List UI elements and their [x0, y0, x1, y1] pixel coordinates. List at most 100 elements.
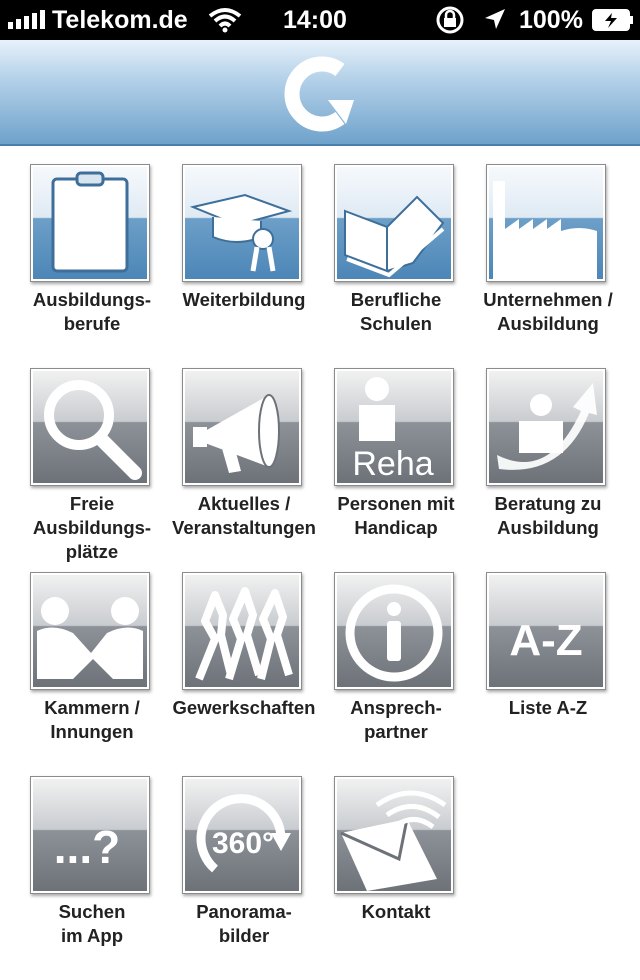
reha-person-icon: Reha: [352, 377, 434, 483]
menu-tile-9[interactable]: Kammern / Innungen: [16, 572, 168, 776]
tile-label-line1: Personen mit: [337, 493, 455, 514]
tile-label: Panorama-bilder: [162, 900, 326, 948]
info-icon: [345, 584, 443, 682]
menu-tile-12[interactable]: A-Z Liste A-Z: [472, 572, 624, 776]
tile-label-line1: Suchen: [58, 901, 126, 922]
menu-tile-1[interactable]: Ausbildungs-berufe: [16, 164, 168, 368]
signal-strength-icon: [8, 9, 45, 29]
menu-tile-5[interactable]: Freie Ausbildungs-plätze: [16, 368, 168, 572]
tile-label-line2: partner: [364, 721, 428, 742]
menu-tile-11[interactable]: Ansprech-partner: [320, 572, 472, 776]
tile-label-line2: im App: [60, 925, 123, 946]
menu-tile-7[interactable]: Reha Personen mit Handicap: [320, 368, 472, 572]
tile-label: Ausbildungs-berufe: [10, 288, 174, 336]
tile-label: Kontakt: [314, 900, 478, 924]
menu-tile-10[interactable]: Gewerkschaften: [168, 572, 320, 776]
tile-label-line2: Ausbildung: [497, 517, 599, 538]
battery-icon: [592, 9, 633, 31]
tile-label-line1: Kammern /: [44, 697, 140, 718]
tile-label: Unternehmen / Ausbildung: [466, 288, 630, 336]
tile-label-line1: Ansprech-: [350, 697, 442, 718]
graduation-cap-icon: [189, 193, 293, 272]
tile-label: Ansprech-partner: [314, 696, 478, 744]
tile-label: Personen mit Handicap: [314, 492, 478, 540]
tile-label: Freie Ausbildungs-plätze: [10, 492, 174, 564]
status-bar: Telekom.de 14:00 100%: [0, 0, 640, 40]
tile-label-line1: Panorama-: [196, 901, 292, 922]
tile-label: Kammern / Innungen: [10, 696, 174, 744]
tile-icon-frame[interactable]: [334, 164, 454, 282]
tile-label: Aktuelles / Veranstaltungen: [162, 492, 326, 540]
location-arrow-icon: [485, 9, 505, 29]
search-question-icon: ...?: [54, 821, 120, 873]
tile-label: Suchen im App: [10, 900, 174, 948]
tile-label-line1: Freie: [69, 493, 115, 514]
rotation-lock-icon: [436, 6, 464, 34]
tile-label-line2: berufe: [63, 313, 121, 334]
clock: 14:00: [283, 6, 347, 34]
tile-icon-frame[interactable]: [30, 164, 150, 282]
tile-label-line1: Beratung zu: [494, 493, 602, 514]
svg-text:Reha: Reha: [352, 445, 433, 483]
tile-label: Weiterbildung: [162, 288, 326, 312]
tile-icon-frame[interactable]: Reha: [334, 368, 454, 486]
svg-text:360°: 360°: [212, 827, 274, 860]
tile-icon-frame[interactable]: [30, 572, 150, 690]
tile-icon-frame[interactable]: 360°: [182, 776, 302, 894]
tile-icon-frame[interactable]: [182, 368, 302, 486]
tile-label-line1: Berufliche: [350, 289, 442, 310]
factory-icon: [493, 181, 597, 279]
svg-text:...?: ...?: [54, 821, 120, 873]
tile-label-line1: Liste A-Z: [508, 697, 588, 718]
group-people-icon: [195, 587, 293, 681]
tile-label-line2: bilder: [218, 925, 270, 946]
menu-tile-15[interactable]: Kontakt: [320, 776, 472, 980]
tile-label-line2: Schulen: [360, 313, 432, 334]
svg-text:A-Z: A-Z: [509, 616, 582, 665]
tile-label-line2: Veranstaltungen: [172, 517, 316, 538]
tile-icon-frame[interactable]: [486, 368, 606, 486]
handshake-icon: [37, 597, 143, 679]
tile-label-line2: Ausbildung: [497, 313, 599, 334]
menu-tile-8[interactable]: Beratung zu Ausbildung: [472, 368, 624, 572]
menu-tile-3[interactable]: Berufliche Schulen: [320, 164, 472, 368]
a-z-icon: A-Z: [509, 616, 582, 665]
clipboard-icon: [51, 171, 129, 273]
tile-icon-frame[interactable]: [486, 164, 606, 282]
carrier-name: Telekom.de: [52, 6, 188, 34]
tile-icon-frame[interactable]: [182, 164, 302, 282]
magnifier-icon: [44, 380, 142, 480]
wifi-icon: [208, 8, 242, 33]
tile-label: Gewerkschaften: [162, 696, 326, 720]
tile-label: Liste A-Z: [466, 696, 630, 720]
menu-tile-2[interactable]: Weiterbildung: [168, 164, 320, 368]
menu-tile-14[interactable]: 360° Panorama-bilder: [168, 776, 320, 980]
menu-tile-4[interactable]: Unternehmen / Ausbildung: [472, 164, 624, 368]
menu-tile-13[interactable]: ...? Suchen im App: [16, 776, 168, 980]
refresh-arrow-logo-icon: [284, 56, 354, 132]
tile-icon-frame[interactable]: [182, 572, 302, 690]
megaphone-icon: [193, 394, 280, 473]
tile-label-line1: Unternehmen /: [483, 289, 613, 310]
tile-icon-frame[interactable]: ...?: [30, 776, 150, 894]
tile-icon-frame[interactable]: [334, 776, 454, 894]
tile-label-line1: Aktuelles /: [197, 493, 291, 514]
tile-label-line1: Kontakt: [361, 901, 431, 922]
tile-label-line2: Handicap: [354, 517, 438, 538]
envelope-icon: [340, 790, 447, 891]
menu-tile-6[interactable]: Aktuelles / Veranstaltungen: [168, 368, 320, 572]
person-arrow-icon: [497, 383, 597, 470]
tile-label-line1: Weiterbildung: [182, 289, 306, 310]
tile-icon-frame[interactable]: [30, 368, 150, 486]
tile-label-line2: Ausbildungs-: [32, 517, 152, 538]
tile-label-line1: Gewerkschaften: [172, 697, 316, 718]
app-header: [0, 40, 640, 146]
tile-label: Beratung zu Ausbildung: [466, 492, 630, 540]
tile-label: Berufliche Schulen: [314, 288, 478, 336]
panorama-360-icon: 360°: [196, 794, 291, 873]
tile-label-line3: plätze: [65, 541, 119, 562]
tile-icon-frame[interactable]: A-Z: [486, 572, 606, 690]
tile-icon-frame[interactable]: [334, 572, 454, 690]
tile-label-line1: Ausbildungs-: [32, 289, 152, 310]
open-book-icon: [344, 195, 445, 278]
